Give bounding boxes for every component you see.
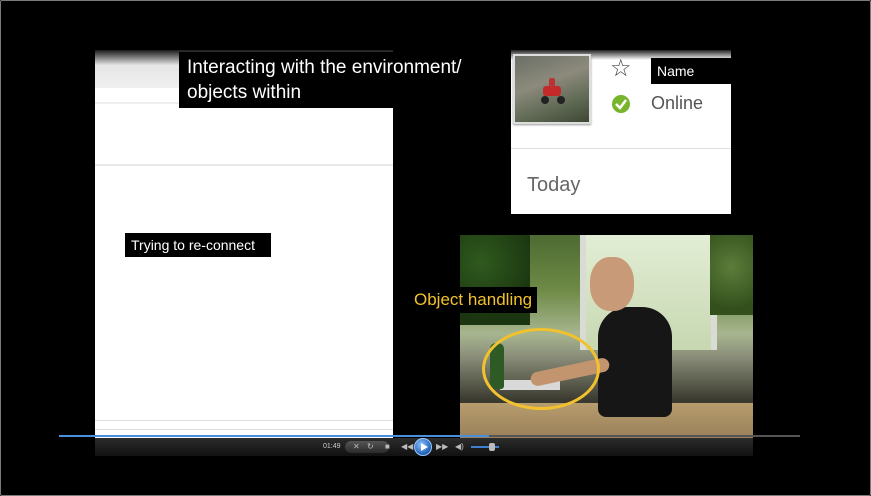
person-body [598, 307, 672, 417]
previous-icon[interactable]: ◀◀ [401, 438, 413, 456]
time-display: 01:49 [323, 443, 341, 450]
divider [511, 148, 731, 149]
seek-bar-progress [59, 435, 489, 437]
star-icon[interactable]: ☆ [610, 54, 632, 83]
volume-knob[interactable] [489, 443, 495, 451]
status-bar [95, 420, 393, 430]
foliage [710, 235, 753, 315]
volume-icon[interactable]: ◀) [455, 438, 464, 456]
caption-reconnect: Trying to re-connect [125, 233, 271, 257]
mute-icon[interactable]: ✕ [353, 438, 360, 456]
seek-bar[interactable] [59, 435, 800, 437]
player-controls: 01:49 ✕ ↻ ■ ◀◀ ▶▶ ◀) [95, 438, 753, 456]
caption-object-handling: Object handling [409, 287, 538, 313]
online-status-text: Online [651, 93, 704, 113]
section-heading-today: Today [527, 174, 581, 196]
profile-thumbnail[interactable] [513, 54, 591, 124]
person-head [590, 257, 634, 311]
online-status-icon [612, 95, 630, 113]
next-icon[interactable]: ▶▶ [436, 438, 448, 456]
name-label: Name [651, 58, 731, 84]
caption-interacting: Interacting with the environment/ object… [179, 52, 493, 108]
play-icon[interactable] [414, 438, 432, 456]
highlight-ellipse [482, 328, 600, 410]
repeat-icon[interactable]: ↻ [367, 438, 374, 456]
stop-icon[interactable]: ■ [385, 438, 390, 456]
divider [95, 164, 393, 166]
profile-card: ☆ Name Online Today [511, 50, 731, 214]
scooter-image [541, 78, 565, 104]
